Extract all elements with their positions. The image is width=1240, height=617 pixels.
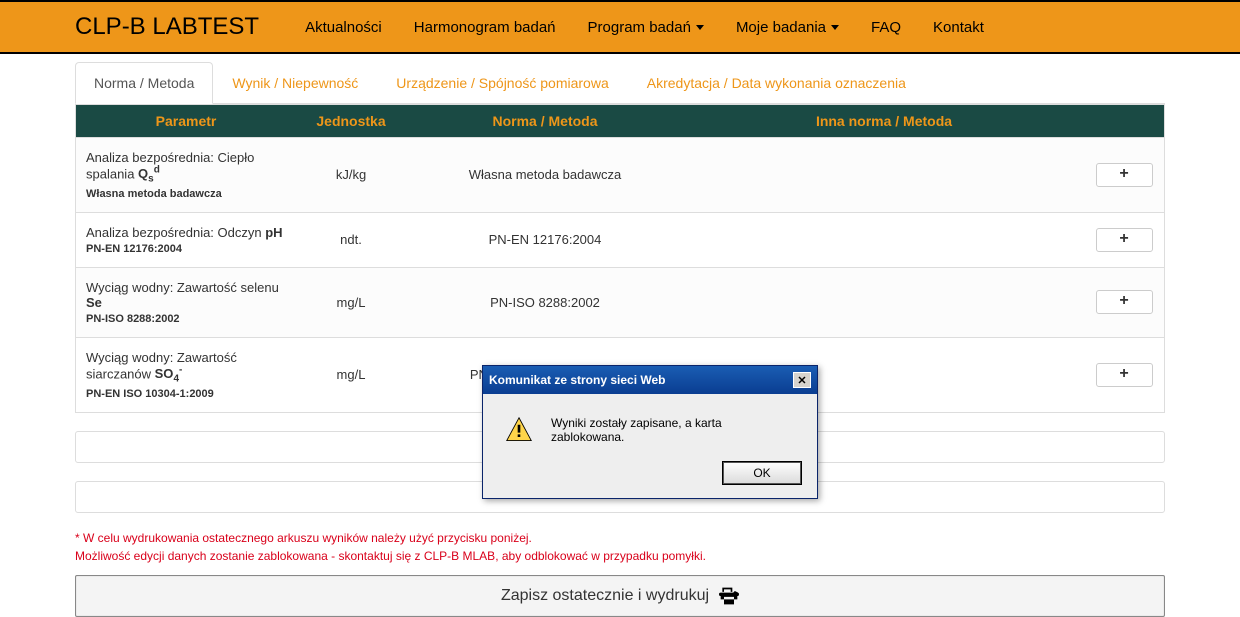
add-button[interactable]: + bbox=[1096, 290, 1153, 314]
warning-icon bbox=[505, 416, 533, 444]
unit-cell: kJ/kg bbox=[296, 138, 406, 213]
brand: CLP-B LABTEST bbox=[0, 13, 289, 41]
norm-cell: PN-ISO 8288:2002 bbox=[406, 267, 684, 337]
th-action bbox=[1084, 105, 1165, 138]
table-row: Analiza bezpośrednia: Odczyn pH PN-EN 121… bbox=[76, 212, 1165, 267]
param-sub: PN-ISO 8288:2002 bbox=[86, 313, 286, 325]
unit-cell: ndt. bbox=[296, 212, 406, 267]
norm-cell: PN-EN 12176:2004 bbox=[406, 212, 684, 267]
main-nav: Aktualności Harmonogram badań Program ba… bbox=[289, 13, 1000, 42]
print-icon bbox=[719, 587, 739, 605]
nav-program[interactable]: Program badań bbox=[572, 13, 720, 42]
tab-result[interactable]: Wynik / Niepewność bbox=[213, 62, 377, 104]
dialog-close-button[interactable]: ✕ bbox=[793, 372, 811, 388]
unit-cell: mg/L bbox=[296, 337, 406, 412]
th-norm: Norma / Metoda bbox=[406, 105, 684, 138]
nav-news[interactable]: Aktualności bbox=[289, 13, 398, 42]
param-text: Analiza bezpośrednia: Ciepło spalania Qs… bbox=[86, 150, 286, 185]
add-button[interactable]: + bbox=[1096, 363, 1153, 387]
warning-notes: * W celu wydrukowania ostatecznego arkus… bbox=[75, 529, 1165, 565]
th-param: Parametr bbox=[76, 105, 297, 138]
nav-schedule[interactable]: Harmonogram badań bbox=[398, 13, 572, 42]
param-text: Wyciąg wodny: Zawartość siarczanów SO4- bbox=[86, 350, 286, 385]
dialog-message: Wyniki zostały zapisane, a karta zabloko… bbox=[551, 416, 797, 444]
th-other: Inna norma / Metoda bbox=[684, 105, 1084, 138]
nav-faq[interactable]: FAQ bbox=[855, 13, 917, 42]
add-button[interactable]: + bbox=[1096, 228, 1153, 252]
other-cell bbox=[684, 267, 1084, 337]
dialog-title-bar: Komunikat ze strony sieci Web ✕ bbox=[483, 366, 817, 394]
param-text: Wyciąg wodny: Zawartość selenu Se bbox=[86, 280, 286, 310]
param-sub: PN-EN ISO 10304-1:2009 bbox=[86, 388, 286, 400]
dialog-title: Komunikat ze strony sieci Web bbox=[489, 373, 666, 387]
param-sub: PN-EN 12176:2004 bbox=[86, 243, 286, 255]
tab-device[interactable]: Urządzenie / Spójność pomiarowa bbox=[377, 62, 627, 104]
other-cell bbox=[684, 138, 1084, 213]
table-row: Wyciąg wodny: Zawartość selenu Se PN-ISO … bbox=[76, 267, 1165, 337]
param-sub: Własna metoda badawcza bbox=[86, 188, 286, 200]
add-button[interactable]: + bbox=[1096, 163, 1153, 187]
tab-norm[interactable]: Norma / Metoda bbox=[75, 62, 213, 104]
tab-accred[interactable]: Akredytacja / Data wykonania oznaczenia bbox=[628, 62, 925, 104]
other-cell bbox=[684, 212, 1084, 267]
alert-dialog: Komunikat ze strony sieci Web ✕ Wyniki z… bbox=[482, 365, 818, 499]
caret-icon bbox=[696, 25, 704, 30]
dialog-ok-button[interactable]: OK bbox=[723, 462, 801, 484]
save-print-button[interactable]: Zapisz ostatecznie i wydrukuj bbox=[75, 575, 1165, 617]
param-text: Analiza bezpośrednia: Odczyn pH bbox=[86, 225, 286, 240]
th-unit: Jednostka bbox=[296, 105, 406, 138]
nav-my[interactable]: Moje badania bbox=[720, 13, 855, 42]
table-row: Analiza bezpośrednia: Ciepło spalania Qs… bbox=[76, 138, 1165, 213]
topbar: CLP-B LABTEST Aktualności Harmonogram ba… bbox=[0, 0, 1240, 54]
unit-cell: mg/L bbox=[296, 267, 406, 337]
caret-icon bbox=[831, 25, 839, 30]
content: Norma / Metoda Wynik / Niepewność Urządz… bbox=[75, 62, 1165, 617]
nav-contact[interactable]: Kontakt bbox=[917, 13, 1000, 42]
norm-cell: Własna metoda badawcza bbox=[406, 138, 684, 213]
tabs: Norma / Metoda Wynik / Niepewność Urządz… bbox=[75, 62, 1165, 104]
